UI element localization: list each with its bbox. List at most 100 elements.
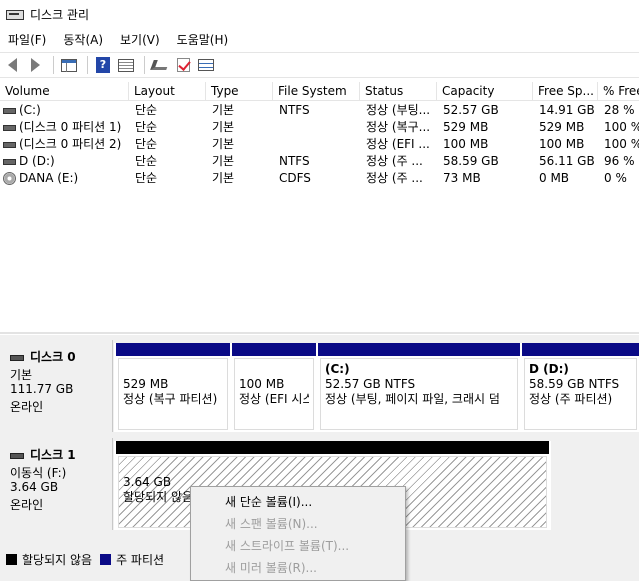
help-button[interactable]: ? xyxy=(93,55,113,75)
partition-d[interactable]: D (D:) 58.59 GB NTFS 정상 (주 파티션) xyxy=(522,343,639,432)
window-title: 디스크 관리 xyxy=(30,7,90,22)
menu-new-spanned-volume[interactable]: 새 스팬 볼륨(N)... xyxy=(225,513,318,535)
cell-file-system: CDFS xyxy=(279,171,311,185)
column-header-type[interactable]: Type xyxy=(206,82,273,101)
column-header-percent-free[interactable]: % Free xyxy=(598,82,639,101)
column-header-volume[interactable]: Volume xyxy=(0,82,129,101)
cell-type: 기본 xyxy=(212,154,235,168)
menu-new-mirrored-volume[interactable]: 새 미러 볼륨(R)... xyxy=(225,557,317,579)
column-header-status[interactable]: Status xyxy=(360,82,437,101)
cell-file-system: NTFS xyxy=(279,154,310,168)
cell-file-system xyxy=(279,136,359,153)
cell-type: 기본 xyxy=(212,103,235,117)
volume-name: DANA (E:) xyxy=(19,171,79,185)
volume-icon xyxy=(3,158,16,165)
cell-capacity: 73 MB xyxy=(443,171,481,185)
back-button[interactable] xyxy=(2,55,22,75)
menu-file[interactable]: 파일(F) xyxy=(0,31,55,48)
connect-icon xyxy=(150,60,170,70)
table-row[interactable]: (C:) 단순 기본 NTFS 정상 (부팅... 52.57 GB 14.91… xyxy=(0,102,639,119)
cell-percent-free: 100 % xyxy=(604,137,639,151)
cell-percent-free: 0 % xyxy=(604,171,627,185)
properties-button[interactable] xyxy=(196,55,216,75)
connect-button[interactable] xyxy=(150,55,170,75)
legend-swatch-primary xyxy=(100,553,112,565)
cd-drive-icon xyxy=(3,172,16,185)
toolbar-separator xyxy=(144,56,145,74)
cell-free-space: 56.11 GB xyxy=(539,154,595,168)
partition-recovery[interactable]: 529 MB 정상 (복구 파티션) xyxy=(116,343,230,432)
volume-list: Volume Layout Type File System Status Ca… xyxy=(0,82,639,332)
legend-item: 할당되지 않음 xyxy=(6,551,92,568)
table-row[interactable]: (디스크 0 파티션 2) 단순 기본 정상 (EFI ... 100 MB 1… xyxy=(0,136,639,153)
disk-name: 디스크 1 xyxy=(10,446,76,463)
help-icon: ? xyxy=(96,57,110,73)
title-bar: 디스크 관리 xyxy=(0,0,639,28)
toolbar-separator xyxy=(53,56,54,74)
table-row[interactable]: (디스크 0 파티션 1) 단순 기본 정상 (복구... 529 MB 529… xyxy=(0,119,639,136)
column-header-file-system[interactable]: File System xyxy=(273,82,360,101)
show-hide-console-tree-button[interactable] xyxy=(59,55,79,75)
cell-type: 기본 xyxy=(212,171,235,185)
menu-action[interactable]: 동작(A) xyxy=(55,31,112,48)
disk-1-label[interactable]: 디스크 1 이동식 (F:) 3.64 GB 온라인 xyxy=(0,438,113,530)
partition-body: 529 MB 정상 (복구 파티션) xyxy=(118,358,228,430)
table-row[interactable]: DANA (E:) 단순 기본 CDFS 정상 (주 ... 73 MB 0 M… xyxy=(0,170,639,187)
table-row[interactable]: D (D:) 단순 기본 NTFS 정상 (주 ... 58.59 GB 56.… xyxy=(0,153,639,170)
cell-percent-free: 100 % xyxy=(604,120,639,134)
menu-new-striped-volume[interactable]: 새 스트라이프 볼륨(T)... xyxy=(225,535,349,557)
menu-view[interactable]: 보기(V) xyxy=(112,31,169,48)
volume-name: D (D:) xyxy=(19,154,55,168)
legend-label: 주 파티션 xyxy=(116,552,165,567)
disk-0-partitions: 529 MB 정상 (복구 파티션) 100 MB 정상 (EFI 시스 (C:… xyxy=(114,343,639,432)
cell-capacity: 529 MB xyxy=(443,120,489,134)
forward-button[interactable] xyxy=(25,55,45,75)
menu-new-simple-volume[interactable]: 새 단순 볼륨(I)... xyxy=(225,491,312,513)
list-view-button[interactable] xyxy=(116,55,136,75)
cell-status: 정상 (부팅... xyxy=(366,103,431,117)
cell-layout: 단순 xyxy=(135,120,158,134)
partition-efi[interactable]: 100 MB 정상 (EFI 시스 xyxy=(232,343,316,432)
partition-body: 100 MB 정상 (EFI 시스 xyxy=(234,358,314,430)
disk-name: 디스크 0 xyxy=(10,348,76,365)
cell-type: 기본 xyxy=(212,137,235,151)
partition-title xyxy=(123,362,223,377)
disk-0-name: 디스크 0 xyxy=(30,350,76,364)
cell-percent-free: 28 % xyxy=(604,103,635,117)
menu-help[interactable]: 도움말(H) xyxy=(169,31,238,48)
partition-bar xyxy=(318,343,520,356)
disk-icon xyxy=(10,354,24,361)
check-button[interactable] xyxy=(173,55,193,75)
partition-c[interactable]: (C:) 52.57 GB NTFS 정상 (부팅, 페이지 파일, 크래시 덤 xyxy=(318,343,520,432)
cell-capacity: 52.57 GB xyxy=(443,103,499,117)
toolbar: ? xyxy=(0,52,639,78)
disk-1-state: 온라인 xyxy=(10,498,44,512)
column-header-capacity[interactable]: Capacity xyxy=(437,82,533,101)
properties-icon xyxy=(198,59,214,71)
disk-0-label[interactable]: 디스크 0 기본 111.77 GB 온라인 xyxy=(0,340,113,432)
cell-percent-free: 96 % xyxy=(604,154,635,168)
column-header-layout[interactable]: Layout xyxy=(129,82,206,101)
cell-volume: (디스크 0 파티션 2) xyxy=(0,136,129,153)
disk-1-kind: 이동식 (F:) xyxy=(10,466,67,480)
console-tree-icon xyxy=(61,58,77,72)
cell-layout: 단순 xyxy=(135,137,158,151)
disk-1-size: 3.64 GB xyxy=(10,480,59,494)
partition-title: (C:) xyxy=(325,362,350,376)
partition-status: 정상 (복구 파티션) xyxy=(123,392,218,406)
pane-splitter[interactable] xyxy=(0,332,639,334)
table-header: Volume Layout Type File System Status Ca… xyxy=(0,82,639,101)
cell-free-space: 100 MB xyxy=(539,137,585,151)
disk-management-icon xyxy=(6,7,24,21)
volume-name: (디스크 0 파티션 1) xyxy=(19,120,122,134)
cell-volume: D (D:) xyxy=(0,153,129,170)
column-header-free-space[interactable]: Free Sp... xyxy=(533,82,598,101)
cell-status: 정상 (주 ... xyxy=(366,154,423,168)
volume-name: (C:) xyxy=(19,103,41,117)
partition-body: D (D:) 58.59 GB NTFS 정상 (주 파티션) xyxy=(524,358,637,430)
cell-free-space: 0 MB xyxy=(539,171,570,185)
list-view-icon xyxy=(118,58,134,72)
partition-body: (C:) 52.57 GB NTFS 정상 (부팅, 페이지 파일, 크래시 덤 xyxy=(320,358,518,430)
disk-0-kind: 기본 xyxy=(10,368,33,382)
cell-volume: DANA (E:) xyxy=(0,170,129,187)
